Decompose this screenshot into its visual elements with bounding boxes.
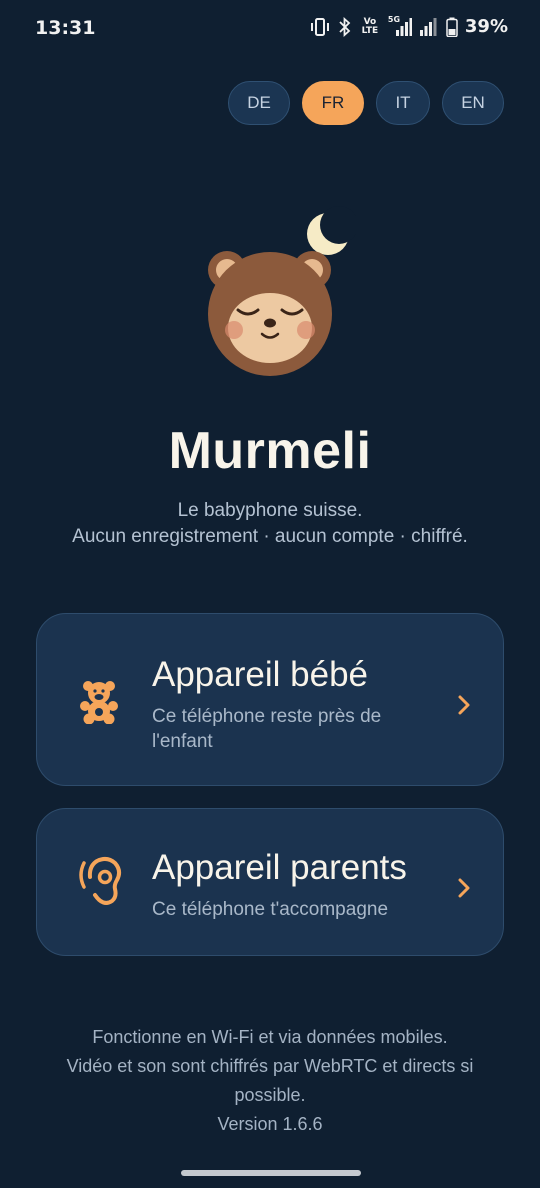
status-bar: 13:31 Vo LTE 5G 39% bbox=[0, 0, 540, 58]
sleeping-bear-logo bbox=[196, 206, 358, 386]
lang-button-it[interactable]: IT bbox=[376, 81, 430, 125]
lang-button-fr[interactable]: FR bbox=[302, 81, 364, 125]
signal-5g-icon: 5G bbox=[388, 15, 412, 37]
tagline-line-2: Aucun enregistrement · aucun compte · ch… bbox=[72, 526, 468, 547]
tagline-line-1: Le babyphone suisse. bbox=[177, 500, 363, 521]
home-indicator[interactable] bbox=[181, 1170, 361, 1176]
parents-card-title: Appareil parents bbox=[152, 848, 407, 887]
baby-card-title: Appareil bébé bbox=[152, 655, 368, 694]
lang-button-de[interactable]: DE bbox=[228, 81, 290, 125]
status-icons: Vo LTE 5G 39% bbox=[309, 15, 508, 37]
baby-device-card[interactable]: Appareil bébé Ce téléphone reste près de… bbox=[36, 613, 504, 786]
status-time: 13:31 bbox=[35, 17, 96, 39]
battery-icon bbox=[446, 17, 458, 37]
tagline: Le babyphone suisse. Aucun enregistremen… bbox=[0, 498, 540, 550]
parents-card-subtitle: Ce téléphone t'accompagne bbox=[152, 899, 389, 920]
battery-percentage: 39% bbox=[464, 16, 508, 37]
footer-line-1: Fonctionne en Wi-Fi et via données mobil… bbox=[92, 1027, 448, 1047]
teddy-bear-icon bbox=[77, 678, 123, 728]
version-label: Version 1.6.6 bbox=[217, 1114, 323, 1134]
chevron-right-icon bbox=[457, 877, 471, 903]
vibrate-icon bbox=[309, 17, 331, 37]
volte-bottom: LTE bbox=[361, 25, 379, 36]
baby-card-subtitle: Ce téléphone reste près de l'enfant bbox=[152, 706, 382, 752]
parents-device-card[interactable]: Appareil parents Ce téléphone t'accompag… bbox=[36, 808, 504, 956]
volte-icon: Vo LTE bbox=[359, 17, 381, 36]
lang-button-en[interactable]: EN bbox=[442, 81, 504, 125]
chevron-right-icon bbox=[457, 694, 471, 720]
ear-icon bbox=[77, 855, 125, 913]
footer-line-2: Vidéo et son sont chiffrés par WebRTC et… bbox=[66, 1056, 474, 1105]
language-switcher: DE FR IT EN bbox=[228, 81, 504, 125]
footer-info: Fonctionne en Wi-Fi et via données mobil… bbox=[30, 1023, 510, 1139]
home-screen: 13:31 Vo LTE 5G 39% DE FR IT EN Murmeli … bbox=[0, 0, 540, 1188]
bluetooth-icon bbox=[338, 16, 352, 37]
app-title: Murmeli bbox=[168, 422, 372, 480]
moon-icon bbox=[307, 206, 358, 255]
signal-icon bbox=[419, 17, 439, 37]
